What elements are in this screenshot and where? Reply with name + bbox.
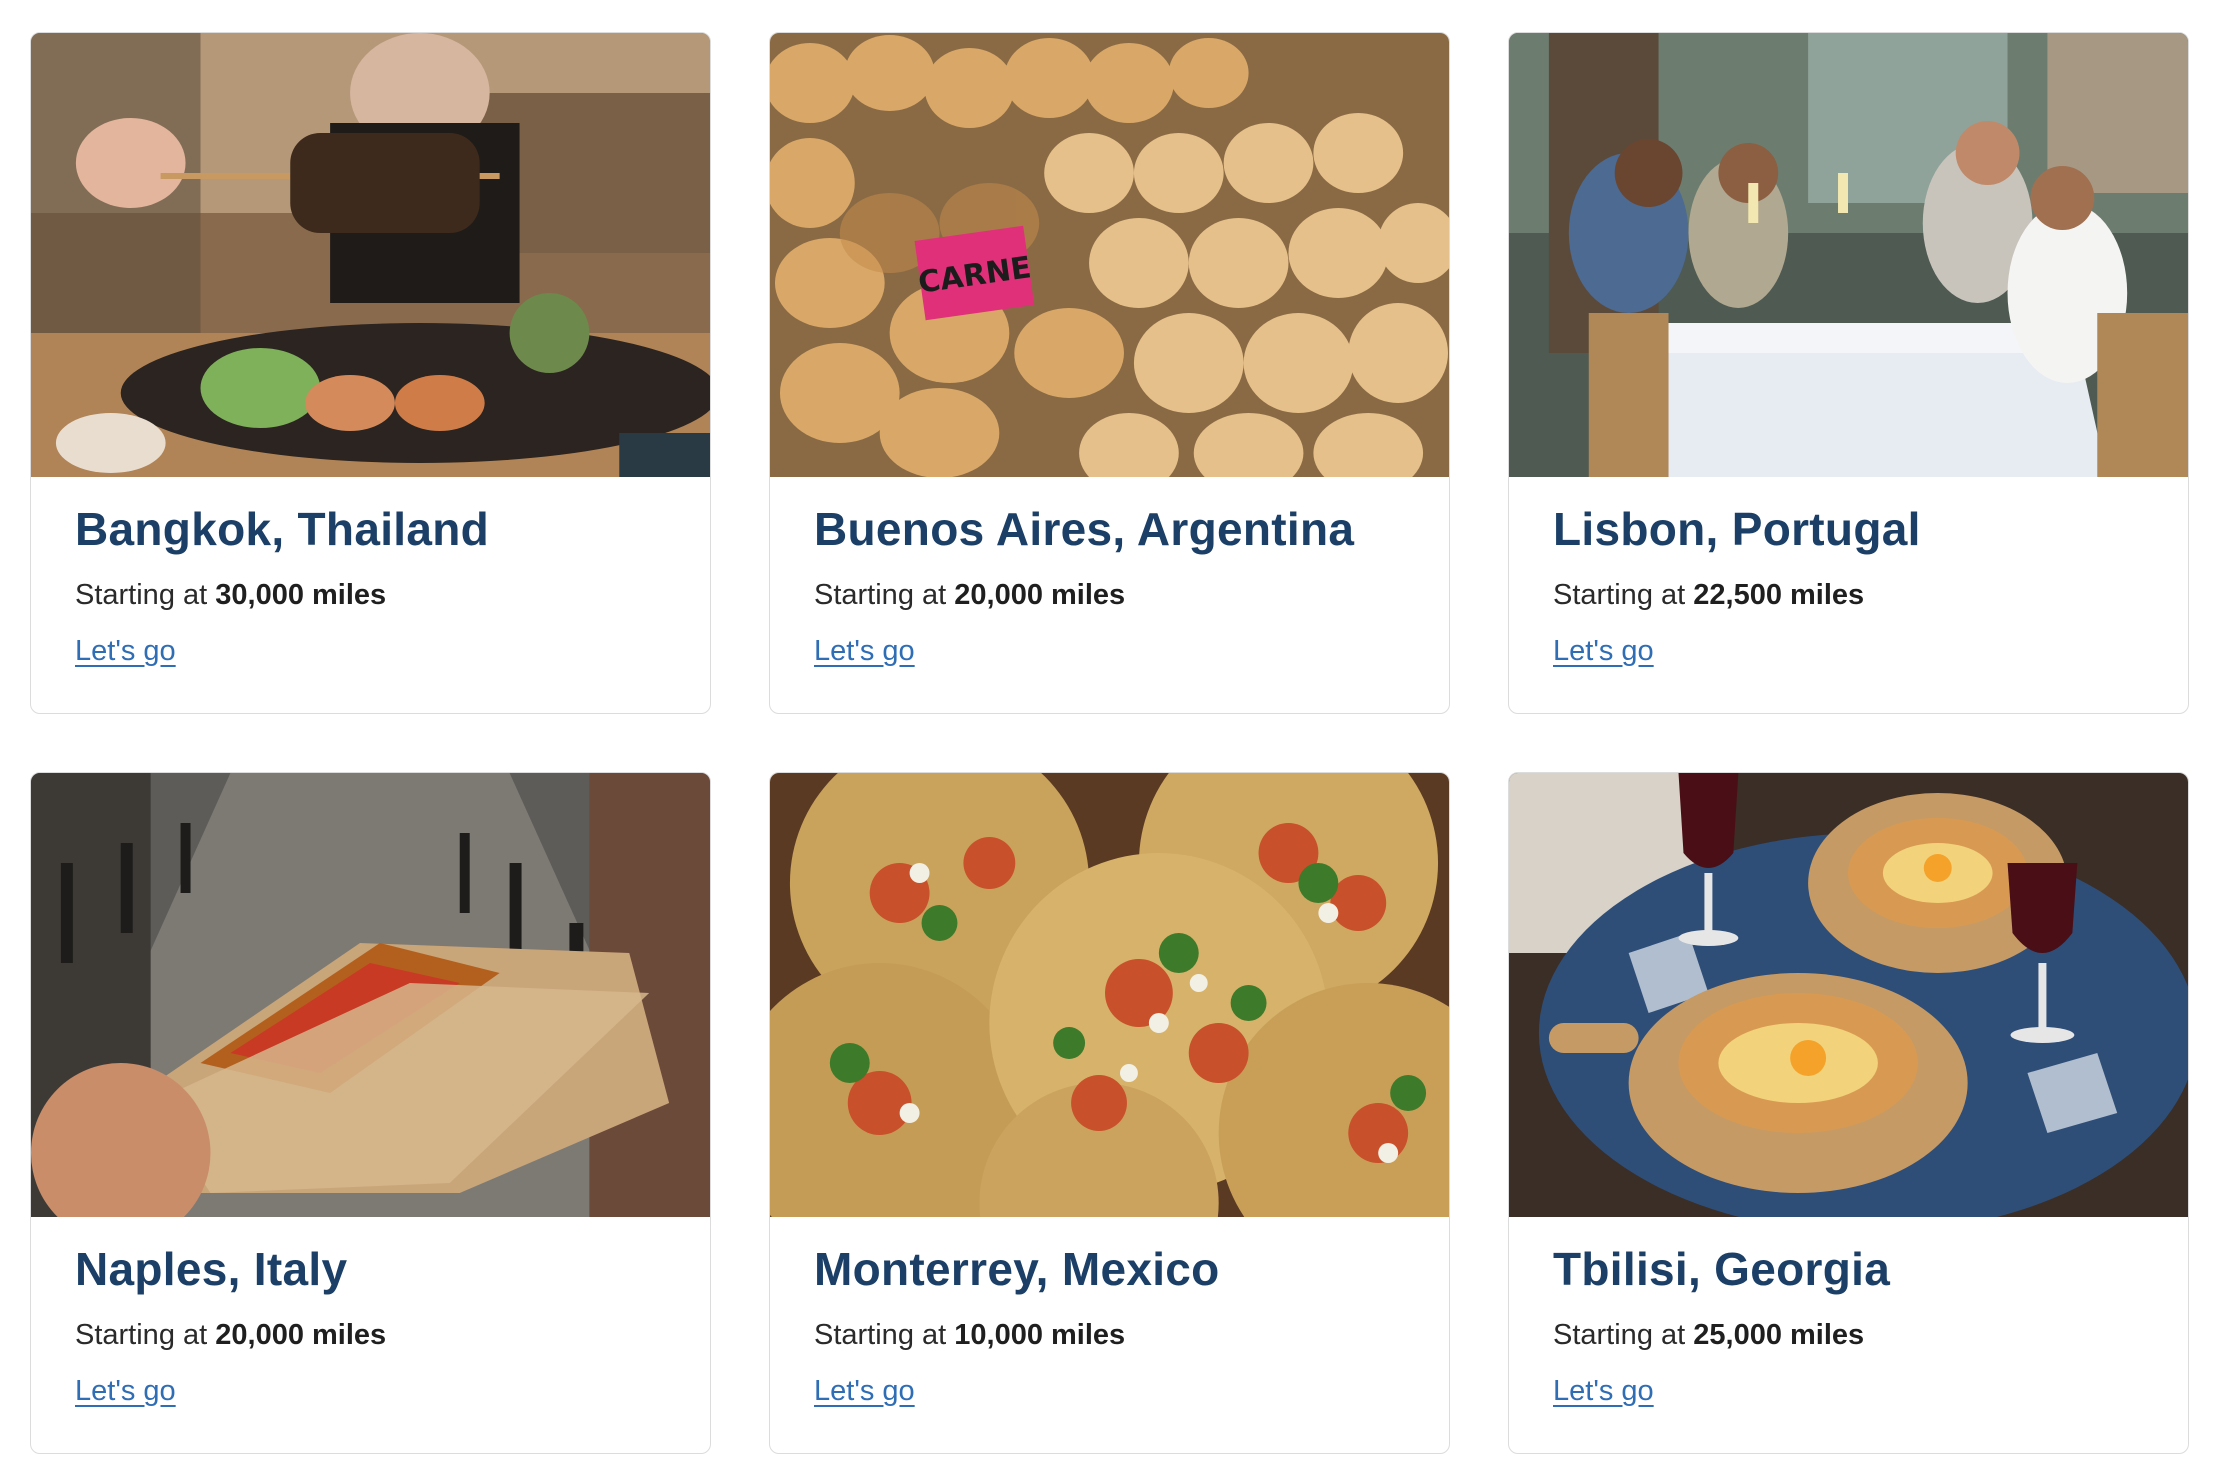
lets-go-link[interactable]: Let's go (814, 635, 915, 668)
price-prefix: Starting at (814, 1318, 955, 1351)
price-value: 25,000 miles (1693, 1318, 1865, 1351)
lets-go-link[interactable]: Let's go (814, 1375, 915, 1408)
destination-card: Bangkok, Thailand Starting at 30,000 mil… (30, 32, 711, 714)
tacos-photo (770, 773, 1449, 1217)
price-text: Starting at 25,000 miles (1553, 1318, 2144, 1353)
destination-card: CARNE Buenos Aires, Argentina Starting a… (769, 32, 1450, 714)
destination-title: Lisbon, Portugal (1553, 503, 1921, 555)
price-prefix: Starting at (75, 1318, 216, 1351)
destination-card: Naples, Italy Starting at 20,000 miles L… (30, 772, 711, 1454)
lets-go-link[interactable]: Let's go (75, 635, 176, 668)
street-food-skewer-photo (31, 33, 710, 477)
price-value: 20,000 miles (215, 1318, 387, 1351)
price-text: Starting at 22,500 miles (1553, 578, 2144, 613)
destination-card: Tbilisi, Georgia Starting at 25,000 mile… (1508, 772, 2189, 1454)
khachapuri-wine-photo (1509, 773, 2188, 1217)
destination-title: Tbilisi, Georgia (1553, 1243, 1891, 1295)
price-value: 10,000 miles (954, 1318, 1126, 1351)
price-prefix: Starting at (814, 578, 955, 611)
outdoor-dining-toast-photo (1509, 33, 2188, 477)
price-prefix: Starting at (1553, 1318, 1694, 1351)
folded-pizza-photo (31, 773, 710, 1217)
destination-title: Monterrey, Mexico (814, 1243, 1220, 1295)
price-value: 20,000 miles (954, 578, 1126, 611)
lets-go-link[interactable]: Let's go (1553, 1375, 1654, 1408)
price-prefix: Starting at (1553, 578, 1694, 611)
price-text: Starting at 20,000 miles (75, 1318, 666, 1353)
empanadas-photo: CARNE (770, 33, 1449, 477)
lets-go-link[interactable]: Let's go (75, 1375, 176, 1408)
price-text: Starting at 30,000 miles (75, 578, 666, 613)
lets-go-link[interactable]: Let's go (1553, 635, 1654, 668)
destination-title: Naples, Italy (75, 1243, 348, 1295)
price-value: 30,000 miles (215, 578, 387, 611)
price-text: Starting at 20,000 miles (814, 578, 1405, 613)
destination-grid: Bangkok, Thailand Starting at 30,000 mil… (0, 0, 2218, 1478)
price-value: 22,500 miles (1693, 578, 1865, 611)
destination-title: Bangkok, Thailand (75, 503, 490, 555)
destination-title: Buenos Aires, Argentina (814, 503, 1355, 555)
price-text: Starting at 10,000 miles (814, 1318, 1405, 1353)
destination-card: Monterrey, Mexico Starting at 10,000 mil… (769, 772, 1450, 1454)
price-prefix: Starting at (75, 578, 216, 611)
destination-card: Lisbon, Portugal Starting at 22,500 mile… (1508, 32, 2189, 714)
